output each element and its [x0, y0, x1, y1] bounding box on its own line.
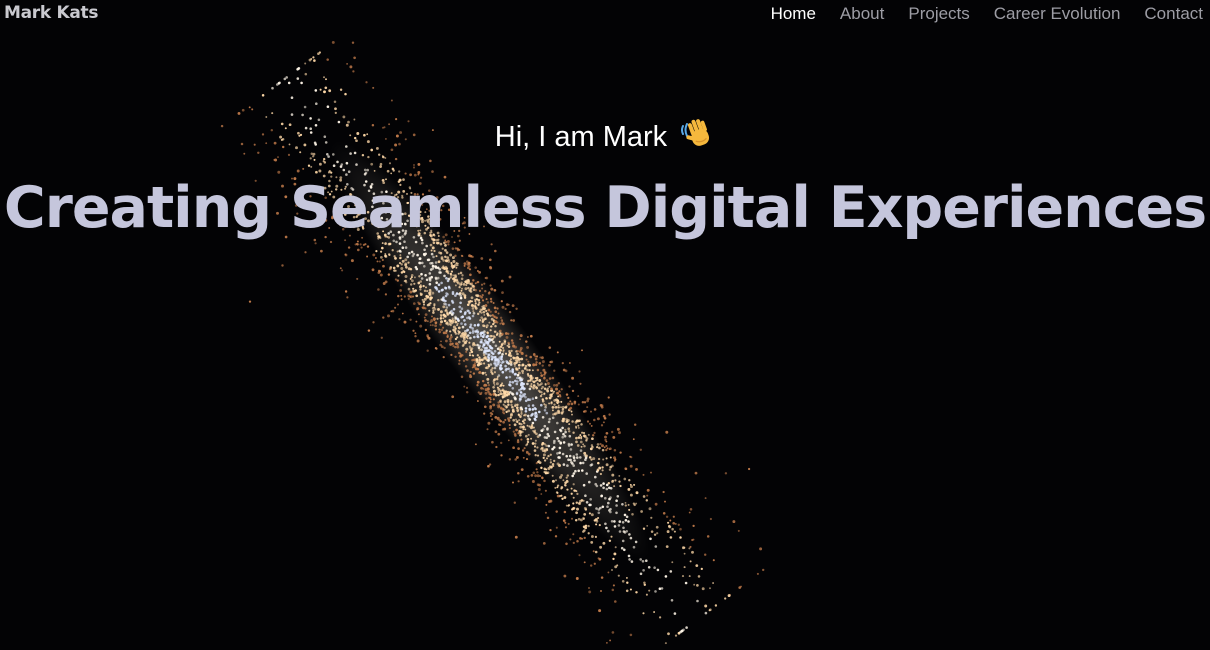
page: Mark Kats Home About Projects Career Evo…	[0, 0, 1210, 650]
nav-menu: Home About Projects Career Evolution Con…	[771, 4, 1203, 24]
nav-projects-link[interactable]: Projects	[908, 4, 969, 24]
hero-headline: Creating Seamless Digital Experiences	[3, 175, 1207, 241]
nav-career-evolution-link[interactable]: Career Evolution	[994, 4, 1121, 24]
brand-logo[interactable]: Mark Kats	[4, 3, 98, 23]
nav-about-link[interactable]: About	[840, 4, 884, 24]
hero-greeting: Hi, I am Mark	[0, 117, 1210, 157]
greeting-text: Hi, I am Mark	[494, 121, 668, 153]
waving-hand-icon	[681, 117, 715, 157]
nav-contact-link[interactable]: Contact	[1144, 4, 1203, 24]
particle-galaxy-background	[220, 40, 765, 645]
nav-home-link[interactable]: Home	[771, 4, 816, 24]
navbar: Mark Kats Home About Projects Career Evo…	[0, 0, 1210, 30]
